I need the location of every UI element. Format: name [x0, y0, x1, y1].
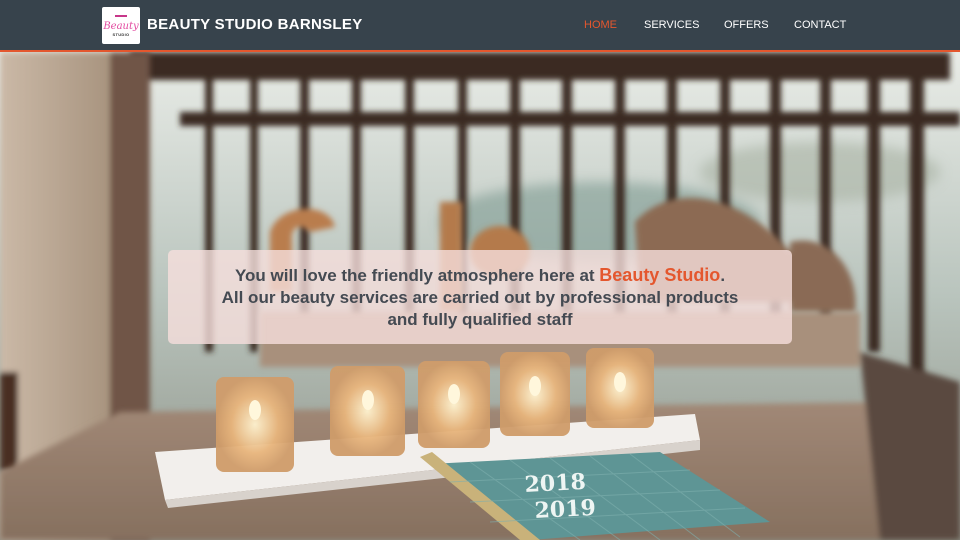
hero-message-box: You will love the friendly atmosphere he…: [168, 250, 792, 344]
hero-line-1-suffix: .: [720, 266, 726, 285]
hero-line-2: All our beauty services are carried out …: [221, 288, 739, 307]
nav-contact[interactable]: CONTACT: [794, 19, 846, 31]
logo-sub-text: STUDIO: [112, 31, 130, 37]
planner-year-2: 2019: [534, 495, 597, 524]
logo[interactable]: Beauty STUDIO: [102, 7, 140, 44]
crown-icon: [115, 14, 127, 21]
nav-offers[interactable]: OFFERS: [724, 19, 769, 31]
brand-title[interactable]: BEAUTY STUDIO BARNSLEY: [147, 16, 363, 33]
navbar: Beauty STUDIO BEAUTY STUDIO BARNSLEY HOM…: [0, 0, 960, 52]
hero-line-1: You will love the friendly atmosphere he…: [178, 264, 782, 287]
nav-services[interactable]: SERVICES: [644, 19, 699, 31]
nav-home[interactable]: HOME: [584, 19, 617, 31]
hero-section: 2018 2019 You will love the friendly atm…: [0, 52, 960, 540]
hero-line-1-prefix: You will love the friendly atmosphere he…: [234, 266, 600, 285]
brand-highlight: Beauty Studio: [599, 265, 721, 285]
planner-year-1: 2018: [524, 469, 587, 498]
logo-script-text: Beauty: [103, 20, 139, 32]
hero-line-3: and fully qualified staff: [387, 310, 573, 329]
